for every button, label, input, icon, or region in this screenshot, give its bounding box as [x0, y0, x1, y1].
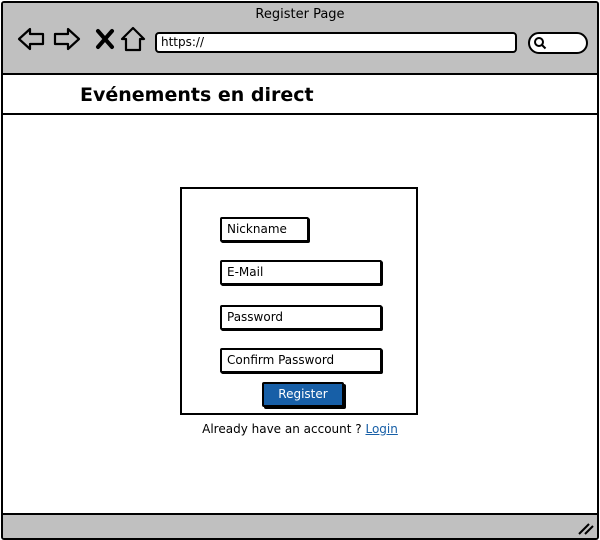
- search-icon: [534, 37, 547, 50]
- login-prompt: Already have an account ? Login: [3, 422, 597, 436]
- login-prompt-text: Already have an account ?: [202, 422, 362, 436]
- login-link[interactable]: Login: [365, 422, 397, 436]
- site-header: Evénements en direct: [3, 75, 597, 115]
- forward-arrow-icon[interactable]: [53, 25, 81, 53]
- nickname-field[interactable]: Nickname: [220, 217, 309, 242]
- home-icon[interactable]: [119, 25, 147, 53]
- search-box[interactable]: [528, 32, 588, 54]
- confirm-password-field[interactable]: Confirm Password: [220, 348, 382, 373]
- browser-window: Register Page https:// Evénements en dir…: [1, 1, 599, 540]
- browser-toolbar: Register Page https://: [3, 3, 597, 75]
- url-input[interactable]: https://: [155, 32, 517, 53]
- site-title: Evénements en direct: [80, 84, 314, 106]
- password-field[interactable]: Password: [220, 305, 382, 330]
- window-title: Register Page: [255, 7, 345, 22]
- close-icon[interactable]: [91, 25, 114, 53]
- register-form: Nickname E-Mail Password Confirm Passwor…: [180, 187, 418, 415]
- resize-grip-icon[interactable]: [577, 520, 595, 536]
- status-bar: [3, 513, 597, 538]
- register-button[interactable]: Register: [262, 382, 344, 407]
- back-arrow-icon[interactable]: [17, 25, 45, 53]
- email-field[interactable]: E-Mail: [220, 260, 382, 285]
